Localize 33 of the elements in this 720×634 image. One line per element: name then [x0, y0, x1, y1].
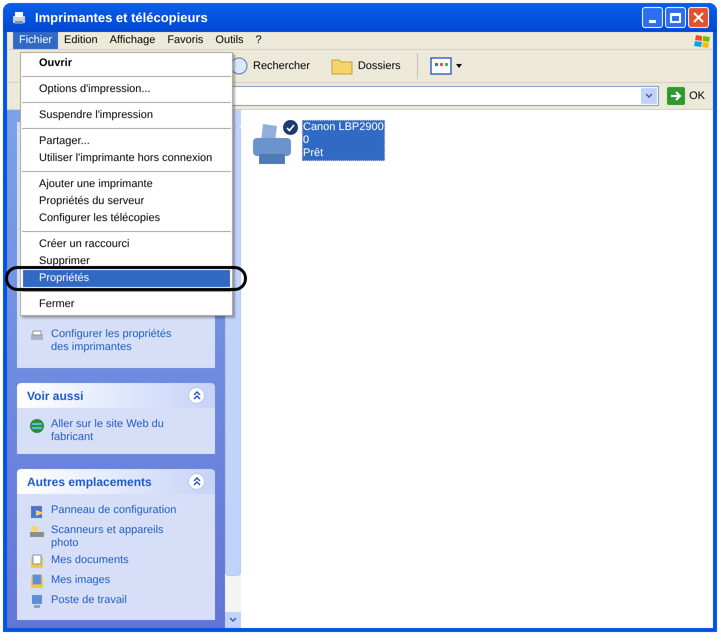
menu-item[interactable]: Configurer les télécopies — [23, 210, 230, 227]
menu-item[interactable]: Ajouter une imprimante — [23, 176, 230, 193]
menu-item[interactable]: Outils — [209, 32, 250, 49]
menu-item[interactable]: ? — [250, 32, 268, 49]
menu-item[interactable]: Utiliser l'imprimante hors connexion — [23, 150, 230, 167]
menu-item[interactable]: Affichage — [104, 32, 162, 49]
task-link[interactable]: Scanneurs et appareils photo — [51, 524, 191, 550]
folders-button[interactable]: Dossiers — [326, 53, 405, 79]
go-button[interactable]: OK — [663, 86, 709, 106]
task-link[interactable]: Poste de travail — [51, 594, 191, 607]
menu-item[interactable]: Créer un raccourci — [23, 236, 230, 253]
task-link[interactable]: Configurer les propriétés des imprimantes — [51, 328, 191, 354]
menu-item[interactable]: Propriétés du serveur — [23, 193, 230, 210]
section-header[interactable]: Autres emplacements — [17, 469, 215, 494]
menu-item[interactable]: Options d'impression... — [23, 81, 230, 98]
task-link[interactable]: Panneau de configuration — [51, 504, 191, 517]
menu-item[interactable]: Favoris — [161, 32, 210, 49]
task-link[interactable]: Mes images — [51, 574, 191, 587]
printer-name: Canon LBP2900 — [303, 121, 384, 134]
job-count: 0 — [303, 134, 310, 147]
section-header[interactable]: Voir aussi — [17, 383, 215, 408]
task-link[interactable]: Mes documents — [51, 554, 191, 567]
window-title: Imprimantes et télécopieurs — [35, 8, 209, 27]
menu-item[interactable]: Propriétés — [23, 270, 230, 287]
menu-item[interactable]: Suspendre l'impression — [23, 107, 230, 124]
menu-item[interactable]: Fichier — [13, 32, 58, 49]
printer-label[interactable]: Canon LBP2900 0 Prêt — [302, 120, 385, 161]
printer-status: Prêt — [303, 147, 324, 160]
task-link[interactable]: Aller sur le site Web du fabricant — [51, 418, 191, 444]
menu-item[interactable]: Fermer — [23, 296, 230, 313]
menu-item[interactable]: Supprimer — [23, 253, 230, 270]
menu-item[interactable]: Edition — [58, 32, 104, 49]
menu-item[interactable]: Partager... — [23, 133, 230, 150]
